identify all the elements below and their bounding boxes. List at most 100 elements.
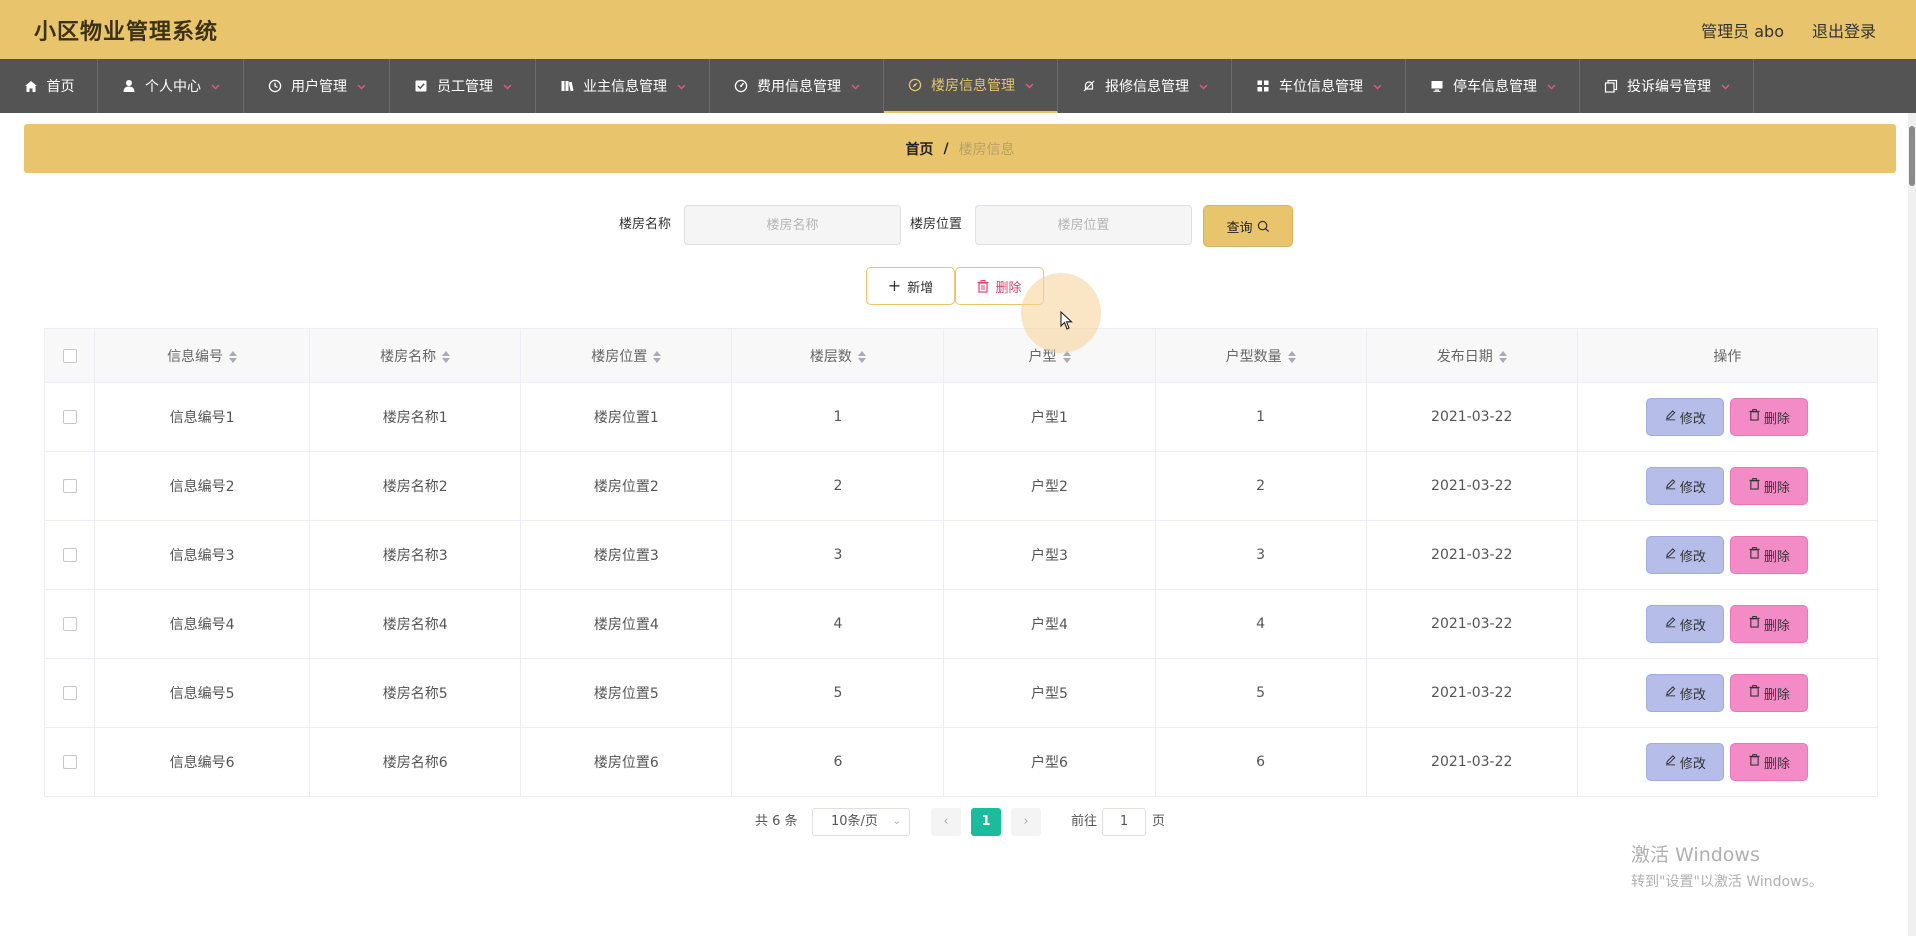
next-page-button[interactable]: › [1011, 808, 1041, 836]
table-body: 信息编号1 楼房名称1 楼房位置1 1 户型1 1 2021-03-22 修改 删除 信息编号2 楼… [43, 382, 1879, 797]
table-row[interactable]: 信息编号1 楼房名称1 楼房位置1 1 户型1 1 2021-03-22 修改 删除 [43, 382, 1879, 452]
edit-icon [1665, 616, 1676, 632]
table-row[interactable]: 信息编号6 楼房名称6 楼房位置6 6 户型6 6 2021-03-22 修改 删除 [43, 727, 1879, 797]
page-number-current[interactable]: 1 [971, 808, 1001, 836]
edit-button[interactable]: 修改 [1646, 536, 1725, 574]
main-nav: 首页 个人中心 用户管理 员工管理 业主信息管理 费用信息管理 楼房信息管理 报修信息管理 车位… [0, 59, 1916, 113]
nav-item-label: 员工管理 [437, 79, 493, 95]
edit-button-label: 修改 [1679, 687, 1706, 703]
table-cell: 1 [1154, 382, 1367, 452]
goto-page-input[interactable]: 1 [1102, 808, 1146, 836]
table-row[interactable]: 信息编号2 楼房名称2 楼房位置2 2 户型2 2 2021-03-22 修改 删除 [43, 451, 1879, 521]
mouse-cursor-icon [1060, 311, 1073, 330]
sort-icon[interactable] [1498, 350, 1507, 363]
nav-item-label: 楼房信息管理 [931, 78, 1015, 94]
delete-button[interactable]: 删除 [1730, 398, 1809, 436]
pagination: 共 6 条 10条/页 ⌄ ‹ 1 › 前往 1 页 [24, 808, 1878, 836]
select-all-checkbox[interactable] [62, 348, 77, 363]
main-panel: 楼房名称 楼房位置 查询 + 新增 删除 信息编号 楼房名称 楼房位置 [24, 185, 1879, 857]
building-location-input[interactable] [975, 205, 1192, 245]
row-checkbox[interactable] [62, 548, 77, 562]
edit-button[interactable]: 修改 [1646, 467, 1725, 505]
nav-item-personal-center[interactable]: 个人中心 [98, 59, 244, 113]
query-button-label: 查询 [1226, 220, 1253, 236]
nav-item-home[interactable]: 首页 [0, 59, 98, 113]
column-header-unit-count[interactable]: 户型数量 [1154, 328, 1367, 383]
chevron-down-icon [211, 80, 220, 93]
column-header-info-id[interactable]: 信息编号 [94, 328, 311, 383]
table-cell: 1 [731, 382, 945, 452]
scrollbar-track[interactable] [1908, 113, 1916, 936]
edit-button[interactable]: 修改 [1646, 398, 1725, 436]
table-cell: 2021-03-22 [1365, 382, 1578, 452]
row-select-cell [43, 382, 96, 452]
row-actions: 修改 删除 [1576, 520, 1879, 590]
nav-item-parking-space-info[interactable]: 车位信息管理 [1232, 59, 1406, 113]
trash-icon [1749, 754, 1760, 770]
building-location-label: 楼房位置 [910, 217, 963, 232]
copy-icon [1603, 78, 1619, 94]
delete-button[interactable]: 删除 [1730, 743, 1809, 781]
add-button[interactable]: + 新增 [866, 267, 955, 305]
sort-icon[interactable] [653, 350, 662, 363]
scrollbar-thumb[interactable] [1909, 126, 1915, 186]
row-checkbox[interactable] [62, 686, 77, 700]
sort-icon[interactable] [1287, 350, 1296, 363]
table-row[interactable]: 信息编号3 楼房名称3 楼房位置3 3 户型3 3 2021-03-22 修改 删除 [43, 520, 1879, 590]
table-cell: 4 [1154, 589, 1367, 659]
delete-button-label: 删除 [1763, 549, 1790, 565]
row-actions: 修改 删除 [1576, 727, 1879, 797]
row-checkbox[interactable] [62, 617, 77, 631]
query-button[interactable]: 查询 [1203, 205, 1293, 247]
admin-user-label[interactable]: 管理员 abo [1701, 18, 1784, 42]
table-row[interactable]: 信息编号4 楼房名称4 楼房位置4 4 户型4 4 2021-03-22 修改 删除 [43, 589, 1879, 659]
edit-button[interactable]: 修改 [1646, 605, 1725, 643]
column-header-building-location[interactable]: 楼房位置 [520, 328, 733, 383]
prev-page-button[interactable]: ‹ [931, 808, 961, 836]
nav-item-label: 投诉编号管理 [1627, 79, 1711, 95]
table-cell: 楼房名称3 [309, 520, 522, 590]
edit-button[interactable]: 修改 [1646, 743, 1725, 781]
edit-button-label: 修改 [1679, 618, 1706, 634]
building-name-input[interactable] [684, 205, 901, 245]
pagination-total: 共 6 条 [755, 814, 798, 829]
sort-icon[interactable] [442, 350, 451, 363]
delete-button[interactable]: 删除 [1730, 674, 1809, 712]
select-all-cell [43, 328, 96, 383]
chevron-down-icon [1373, 80, 1382, 93]
nav-item-complaint-number[interactable]: 投诉编号管理 [1580, 59, 1754, 113]
table-cell: 户型1 [943, 382, 1156, 452]
nav-item-fee-info[interactable]: 费用信息管理 [710, 59, 884, 113]
column-header-building-name[interactable]: 楼房名称 [309, 328, 522, 383]
table-cell: 楼房名称6 [309, 727, 522, 797]
sort-icon[interactable] [857, 350, 866, 363]
table-row[interactable]: 信息编号5 楼房名称5 楼房位置5 5 户型5 5 2021-03-22 修改 删除 [43, 658, 1879, 728]
table-cell: 楼房名称5 [309, 658, 522, 728]
row-checkbox[interactable] [62, 479, 77, 493]
table-cell: 信息编号6 [94, 727, 311, 797]
nav-item-building-info[interactable]: 楼房信息管理 [884, 59, 1058, 113]
breadcrumb: 首页 / 楼房信息 [24, 124, 1896, 173]
page-size-select[interactable]: 10条/页 ⌄ [812, 808, 910, 836]
sort-icon[interactable] [229, 350, 238, 363]
table-cell: 信息编号4 [94, 589, 311, 659]
column-header-publish-date[interactable]: 发布日期 [1365, 328, 1578, 383]
table-cell: 楼房位置6 [520, 727, 733, 797]
breadcrumb-home[interactable]: 首页 [905, 139, 933, 159]
trash-icon [1749, 547, 1760, 563]
delete-button[interactable]: 删除 [1730, 605, 1809, 643]
nav-item-repair-info[interactable]: 报修信息管理 [1058, 59, 1232, 113]
nav-item-staff-management[interactable]: 员工管理 [390, 59, 536, 113]
column-header-floors[interactable]: 楼层数 [731, 328, 945, 383]
row-checkbox[interactable] [62, 755, 77, 769]
logout-button[interactable]: 退出登录 [1812, 18, 1876, 42]
nav-item-label: 业主信息管理 [583, 79, 667, 95]
nav-item-parking-info[interactable]: 停车信息管理 [1406, 59, 1580, 113]
nav-item-owner-info[interactable]: 业主信息管理 [536, 59, 710, 113]
edit-button[interactable]: 修改 [1646, 674, 1725, 712]
delete-button[interactable]: 删除 [1730, 467, 1809, 505]
nav-item-user-management[interactable]: 用户管理 [244, 59, 390, 113]
delete-button[interactable]: 删除 [1730, 536, 1809, 574]
row-checkbox[interactable] [62, 410, 77, 424]
chevron-down-icon [851, 80, 860, 93]
